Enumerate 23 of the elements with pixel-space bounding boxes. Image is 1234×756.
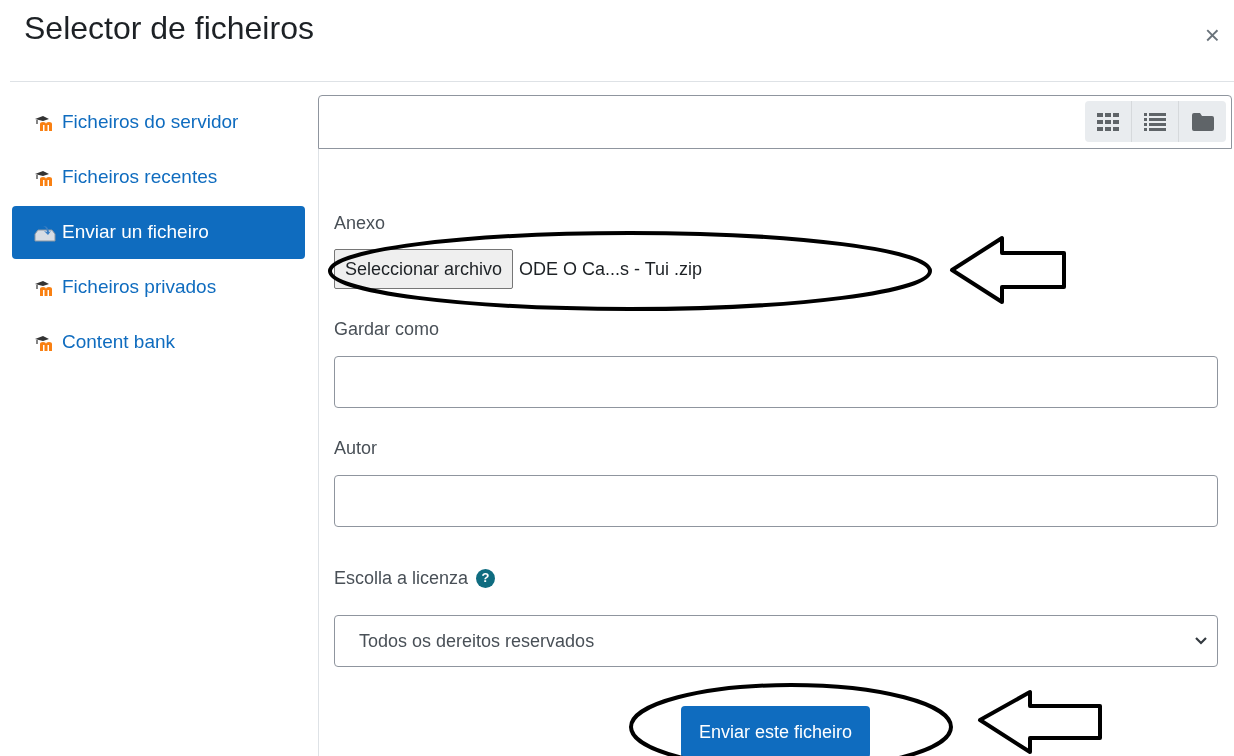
close-button[interactable]: × bbox=[1204, 22, 1220, 48]
help-icon[interactable]: ? bbox=[476, 568, 496, 588]
choose-file-button[interactable]: Seleccionar archivo bbox=[334, 249, 514, 289]
chevron-down-icon bbox=[1195, 637, 1207, 645]
field-label: Autor bbox=[334, 437, 379, 460]
dialog-title: Selector de ficheiros bbox=[24, 9, 314, 48]
sidebar-item[interactable]: Content bank bbox=[12, 316, 305, 369]
grid-icon bbox=[1097, 112, 1119, 131]
sidebar-item[interactable]: Enviar un ficheiro bbox=[12, 206, 305, 259]
sidebar-item[interactable]: Ficheiros do servidor bbox=[12, 96, 305, 149]
sidebar-item[interactable]: Ficheiros recentes bbox=[12, 151, 305, 204]
field-label: Escolla a licenza bbox=[334, 567, 469, 590]
upload-tray-icon bbox=[34, 223, 56, 242]
file-name: ODE O Ca...s - Tui .zip bbox=[519, 257, 703, 281]
field-label: Gardar como bbox=[334, 318, 441, 341]
field-label: Anexo bbox=[334, 212, 387, 235]
list-icon bbox=[1144, 112, 1166, 131]
folder-icon bbox=[1191, 112, 1214, 131]
sidebar-item[interactable]: Ficheiros privados bbox=[12, 261, 305, 314]
save-as-field[interactable] bbox=[334, 356, 1218, 408]
license-select[interactable]: Todos os dereitos reservados bbox=[334, 615, 1218, 667]
upload-button[interactable]: Enviar este ficheiro bbox=[680, 706, 871, 756]
author-field[interactable] bbox=[334, 475, 1218, 527]
